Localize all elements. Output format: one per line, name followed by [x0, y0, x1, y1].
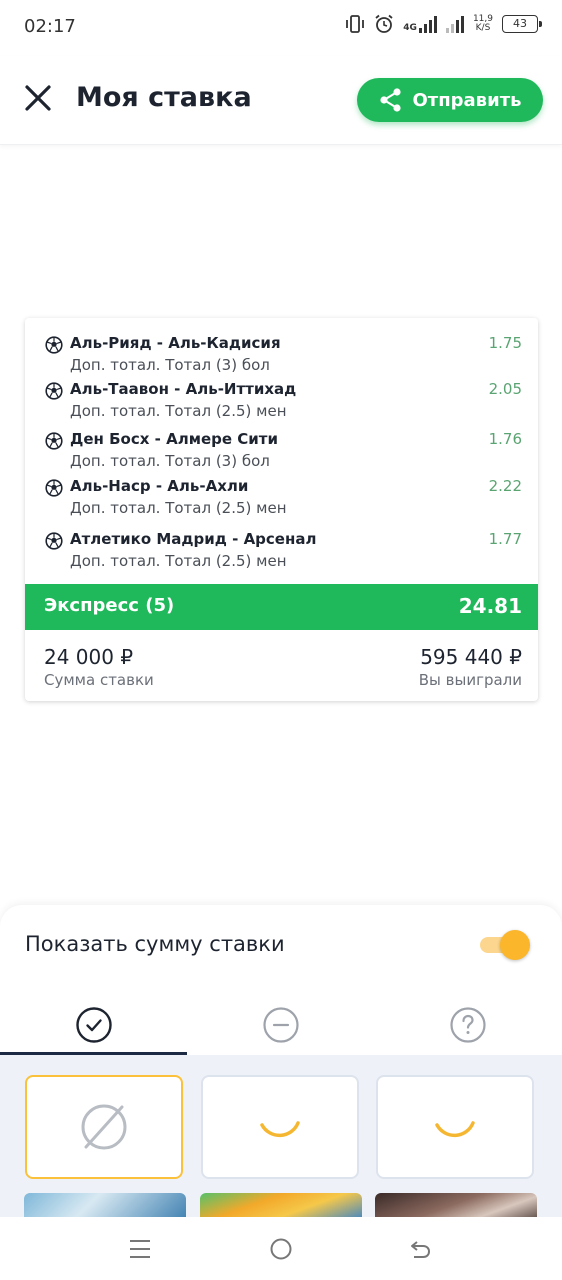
- background-picker: [0, 1055, 562, 1217]
- signal-4g: 4G: [403, 15, 437, 33]
- question-circle-icon: [449, 1007, 486, 1043]
- event-odds: 2.05: [488, 380, 522, 398]
- express-odds: 24.81: [458, 594, 522, 618]
- market-name: Доп. тотал. Тотал (2.5) мен: [70, 552, 287, 570]
- background-thumbnail[interactable]: [24, 1193, 186, 1217]
- close-icon: [25, 85, 51, 111]
- header: Моя ставка Отправить: [0, 56, 562, 145]
- show-stake-toggle[interactable]: [480, 930, 530, 960]
- win-amount: 595 440 ₽: [420, 645, 522, 669]
- system-nav-bar: [0, 1217, 562, 1280]
- loading-spinner-icon: [260, 1121, 300, 1138]
- event-row: Аль-Наср - Аль-Ахли Доп. тотал. Тотал (2…: [25, 477, 538, 521]
- event-row: Атлетико Мадрид - Арсенал Доп. тотал. То…: [25, 530, 538, 574]
- background-thumbnail[interactable]: [375, 1193, 537, 1217]
- alarm-icon: [375, 14, 393, 33]
- background-tile[interactable]: [376, 1075, 534, 1179]
- stake-amount: 24 000 ₽: [44, 645, 134, 669]
- match-name: Аль-Наср - Аль-Ахли: [70, 477, 249, 495]
- event-row: Аль-Таавон - Аль-Иттихад Доп. тотал. Тот…: [25, 380, 538, 424]
- status-bar: 02:17 4G 11,9 K/S 43: [0, 0, 562, 56]
- event-odds: 1.75: [488, 334, 522, 352]
- toggle-knob: [500, 930, 530, 960]
- event-row: Аль-Рияд - Аль-Кадисия Доп. тотал. Тотал…: [25, 334, 538, 378]
- event-row: Ден Босх - Алмере Сити Доп. тотал. Тотал…: [25, 430, 538, 474]
- tab-check[interactable]: [0, 995, 187, 1055]
- status-icons: 4G 11,9 K/S 43: [345, 14, 542, 34]
- market-name: Доп. тотал. Тотал (3) бол: [70, 356, 270, 374]
- event-odds: 2.22: [488, 477, 522, 495]
- match-name: Аль-Рияд - Аль-Кадисия: [70, 334, 281, 352]
- soccer-ball-icon: [45, 432, 63, 450]
- empty-set-icon: [81, 1104, 127, 1150]
- match-name: Аль-Таавон - Аль-Иттихад: [70, 380, 297, 398]
- market-name: Доп. тотал. Тотал (2.5) мен: [70, 402, 287, 420]
- bet-card: Аль-Рияд - Аль-Кадисия Доп. тотал. Тотал…: [25, 318, 538, 701]
- menu-icon: [130, 1240, 150, 1258]
- match-name: Ден Босх - Алмере Сити: [70, 430, 278, 448]
- background-tile-none[interactable]: [25, 1075, 183, 1179]
- share-icon: [380, 88, 402, 112]
- soccer-ball-icon: [45, 532, 63, 550]
- background-thumbnail[interactable]: [200, 1193, 362, 1217]
- soccer-ball-icon: [45, 479, 63, 497]
- tab-question[interactable]: [374, 995, 561, 1055]
- background-tile[interactable]: [201, 1075, 359, 1179]
- event-odds: 1.76: [488, 430, 522, 448]
- win-label: Вы выиграли: [418, 671, 522, 689]
- recent-apps-button[interactable]: [120, 1235, 160, 1263]
- share-button-label: Отправить: [412, 89, 522, 111]
- signal-bars-icon: [445, 15, 464, 33]
- express-bar: Экспресс (5) 24.81: [25, 584, 538, 630]
- market-name: Доп. тотал. Тотал (2.5) мен: [70, 499, 287, 517]
- show-stake-label: Показать сумму ставки: [25, 932, 285, 956]
- home-button[interactable]: [261, 1235, 301, 1263]
- check-circle-icon: [75, 1007, 112, 1043]
- loading-spinner-icon: [435, 1121, 475, 1138]
- tab-minus[interactable]: [187, 995, 374, 1055]
- speed-unit: K/S: [475, 23, 491, 33]
- match-name: Атлетико Мадрид - Арсенал: [70, 530, 317, 548]
- bottom-sheet: Показать сумму ставки: [0, 905, 562, 1217]
- network-type: 4G: [403, 23, 417, 33]
- home-icon: [270, 1238, 292, 1260]
- stake-label: Сумма ставки: [44, 671, 154, 689]
- share-button[interactable]: Отправить: [357, 78, 543, 122]
- network-speed: 11,9 K/S: [473, 15, 493, 33]
- event-odds: 1.77: [488, 530, 522, 548]
- soccer-ball-icon: [45, 382, 63, 400]
- signal-bars-icon: [418, 15, 437, 33]
- back-button[interactable]: [400, 1235, 440, 1263]
- page-title: Моя ставка: [76, 82, 252, 113]
- battery-icon: 43: [502, 15, 542, 33]
- soccer-ball-icon: [45, 336, 63, 354]
- express-label: Экспресс (5): [44, 595, 175, 616]
- close-button[interactable]: [18, 78, 58, 118]
- minus-circle-icon: [262, 1007, 299, 1043]
- market-name: Доп. тотал. Тотал (3) бол: [70, 452, 270, 470]
- status-time: 02:17: [24, 16, 76, 37]
- back-icon: [411, 1241, 431, 1258]
- vibrate-icon: [346, 15, 365, 33]
